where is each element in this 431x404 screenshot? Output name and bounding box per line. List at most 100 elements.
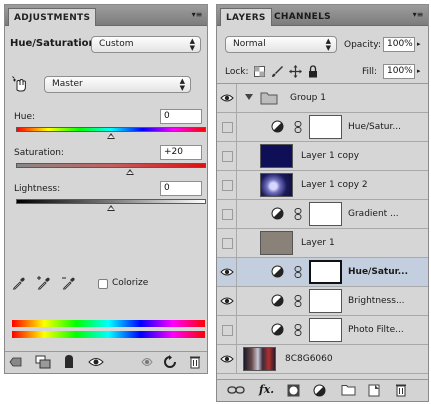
blend-mode-dropdown[interactable]: Normal ▲ ▼ xyxy=(225,36,337,53)
layer-mask-thumbnail[interactable] xyxy=(309,260,342,284)
previous-state-icon[interactable] xyxy=(139,355,155,369)
lock-all-padlock-icon[interactable] xyxy=(308,65,318,78)
new-layer-icon[interactable] xyxy=(368,384,381,397)
hidden-eye-box[interactable] xyxy=(222,151,233,162)
layers-bottom-bar: fx. xyxy=(217,379,428,401)
eye-cell[interactable] xyxy=(217,287,237,315)
hidden-eye-box[interactable] xyxy=(222,325,233,336)
expand-view-icon[interactable] xyxy=(35,355,51,369)
layer-row-group-1[interactable]: Group 1 xyxy=(217,84,428,113)
eyedropper-subtract-icon[interactable] xyxy=(61,275,77,291)
lock-pixels-brush-icon[interactable] xyxy=(271,65,283,78)
visibility-eye-icon[interactable] xyxy=(220,296,234,306)
hidden-eye-box[interactable] xyxy=(222,238,233,249)
hidden-eye-box[interactable] xyxy=(222,180,233,191)
trash-icon[interactable] xyxy=(189,355,201,369)
reset-icon[interactable] xyxy=(163,355,177,369)
opacity-label: Opacity: xyxy=(344,40,381,50)
visibility-eye-icon[interactable] xyxy=(220,354,234,364)
eye-cell[interactable] xyxy=(217,229,237,257)
layer-mask-thumbnail[interactable] xyxy=(309,202,342,226)
eye-cell[interactable] xyxy=(217,345,237,373)
back-arrow-icon[interactable] xyxy=(9,355,23,369)
lightness-slider-thumb[interactable] xyxy=(107,205,115,211)
layer-row-photo-filter[interactable]: Photo Filte... xyxy=(217,316,428,345)
chain-link-icon[interactable] xyxy=(294,295,302,307)
tab-adjustments[interactable]: ADJUSTMENTS xyxy=(8,8,97,26)
layer-mask-thumbnail[interactable] xyxy=(309,289,342,313)
eye-cell[interactable] xyxy=(217,113,237,141)
link-layers-icon[interactable] xyxy=(227,384,245,396)
lock-transparent-icon[interactable] xyxy=(254,66,265,77)
layer-row-photo-base[interactable]: 8C8G6060 xyxy=(217,345,428,374)
visibility-eye-icon[interactable] xyxy=(220,267,234,277)
layer-name: Photo Filte... xyxy=(348,325,404,335)
blend-mode-value: Normal xyxy=(233,39,266,49)
saturation-input[interactable]: +20 xyxy=(160,145,202,160)
layer-row-gradient[interactable]: Gradient ... xyxy=(217,200,428,229)
layer-thumbnail[interactable] xyxy=(260,144,293,168)
eyedropper-add-icon[interactable] xyxy=(36,275,52,291)
fill-input[interactable]: 100% xyxy=(383,64,415,79)
layer-name: Hue/Satur... xyxy=(348,267,409,277)
layer-row-brightness[interactable]: Brightness... xyxy=(217,287,428,316)
eye-cell[interactable] xyxy=(217,84,237,112)
hue-slider-thumb[interactable] xyxy=(107,133,115,139)
hue-gradient-bar xyxy=(16,127,206,132)
eye-cell[interactable] xyxy=(217,171,237,199)
adjustments-tabbar: ADJUSTMENTS ▾≡ xyxy=(5,5,207,26)
chain-link-icon[interactable] xyxy=(294,266,302,278)
add-mask-icon[interactable] xyxy=(287,384,300,397)
hidden-eye-box[interactable] xyxy=(222,122,233,133)
layer-style-fx-icon[interactable]: fx. xyxy=(259,383,274,396)
colorize-checkbox[interactable] xyxy=(98,279,108,289)
layer-row-layer-1[interactable]: Layer 1 xyxy=(217,229,428,258)
layers-tabbar: LAYERS CHANNELS ▾≡ xyxy=(217,5,428,26)
layer-row-layer-1-copy-2[interactable]: Layer 1 copy 2 xyxy=(217,171,428,200)
lightness-gradient-bar xyxy=(16,199,206,204)
targeted-adjustment-icon[interactable] xyxy=(11,75,29,93)
new-adjustment-layer-icon[interactable] xyxy=(313,384,327,397)
layer-thumbnail[interactable] xyxy=(260,231,293,255)
layer-mask-thumbnail[interactable] xyxy=(309,115,342,139)
eye-cell[interactable] xyxy=(217,258,237,286)
new-group-folder-icon[interactable] xyxy=(341,384,356,396)
eye-cell[interactable] xyxy=(217,200,237,228)
visibility-eye-icon[interactable] xyxy=(220,93,234,103)
preset-dropdown[interactable]: Custom ▲ ▼ xyxy=(91,36,201,53)
layer-thumbnail[interactable] xyxy=(243,347,276,371)
hidden-eye-box[interactable] xyxy=(222,209,233,220)
eyedropper-icon[interactable] xyxy=(11,275,27,291)
layer-row-layer-1-copy[interactable]: Layer 1 copy xyxy=(217,142,428,171)
adjustment-layer-icon xyxy=(271,294,284,307)
chain-link-icon[interactable] xyxy=(294,208,302,220)
expand-triangle-icon[interactable] xyxy=(245,94,253,100)
eye-cell[interactable] xyxy=(217,142,237,170)
hue-input[interactable]: 0 xyxy=(160,109,202,124)
chain-link-icon[interactable] xyxy=(294,324,302,336)
layer-thumbnail[interactable] xyxy=(260,173,293,197)
lightness-label: Lightness: xyxy=(14,184,61,194)
saturation-label: Saturation: xyxy=(14,148,64,158)
tab-channels[interactable]: CHANNELS xyxy=(269,8,336,26)
trash-icon[interactable] xyxy=(395,383,407,397)
lock-label: Lock: xyxy=(225,67,249,77)
layer-mask-thumbnail[interactable] xyxy=(309,318,342,342)
layer-row-hue-saturation-1[interactable]: Hue/Satur... xyxy=(217,113,428,142)
fill-stepper-icon[interactable]: ▸ xyxy=(417,67,421,75)
channel-dropdown[interactable]: Master ▲ ▼ xyxy=(44,76,191,93)
clip-to-layer-icon[interactable] xyxy=(63,354,75,370)
lightness-input[interactable]: 0 xyxy=(160,181,202,196)
opacity-input[interactable]: 100% xyxy=(383,37,415,52)
tab-layers[interactable]: LAYERS xyxy=(220,8,272,26)
layer-row-hue-saturation-2[interactable]: Hue/Satur... xyxy=(217,258,428,287)
saturation-slider-thumb[interactable] xyxy=(126,169,134,175)
eye-cell[interactable] xyxy=(217,316,237,344)
chain-link-icon[interactable] xyxy=(294,121,302,133)
layer-name: Brightness... xyxy=(348,296,405,306)
panel-menu-icon[interactable]: ▾≡ xyxy=(191,10,203,20)
panel-menu-icon[interactable]: ▾≡ xyxy=(412,10,424,20)
visibility-eye-icon[interactable] xyxy=(88,356,104,368)
opacity-stepper-icon[interactable]: ▸ xyxy=(417,40,421,48)
lock-position-move-icon[interactable] xyxy=(289,65,302,78)
